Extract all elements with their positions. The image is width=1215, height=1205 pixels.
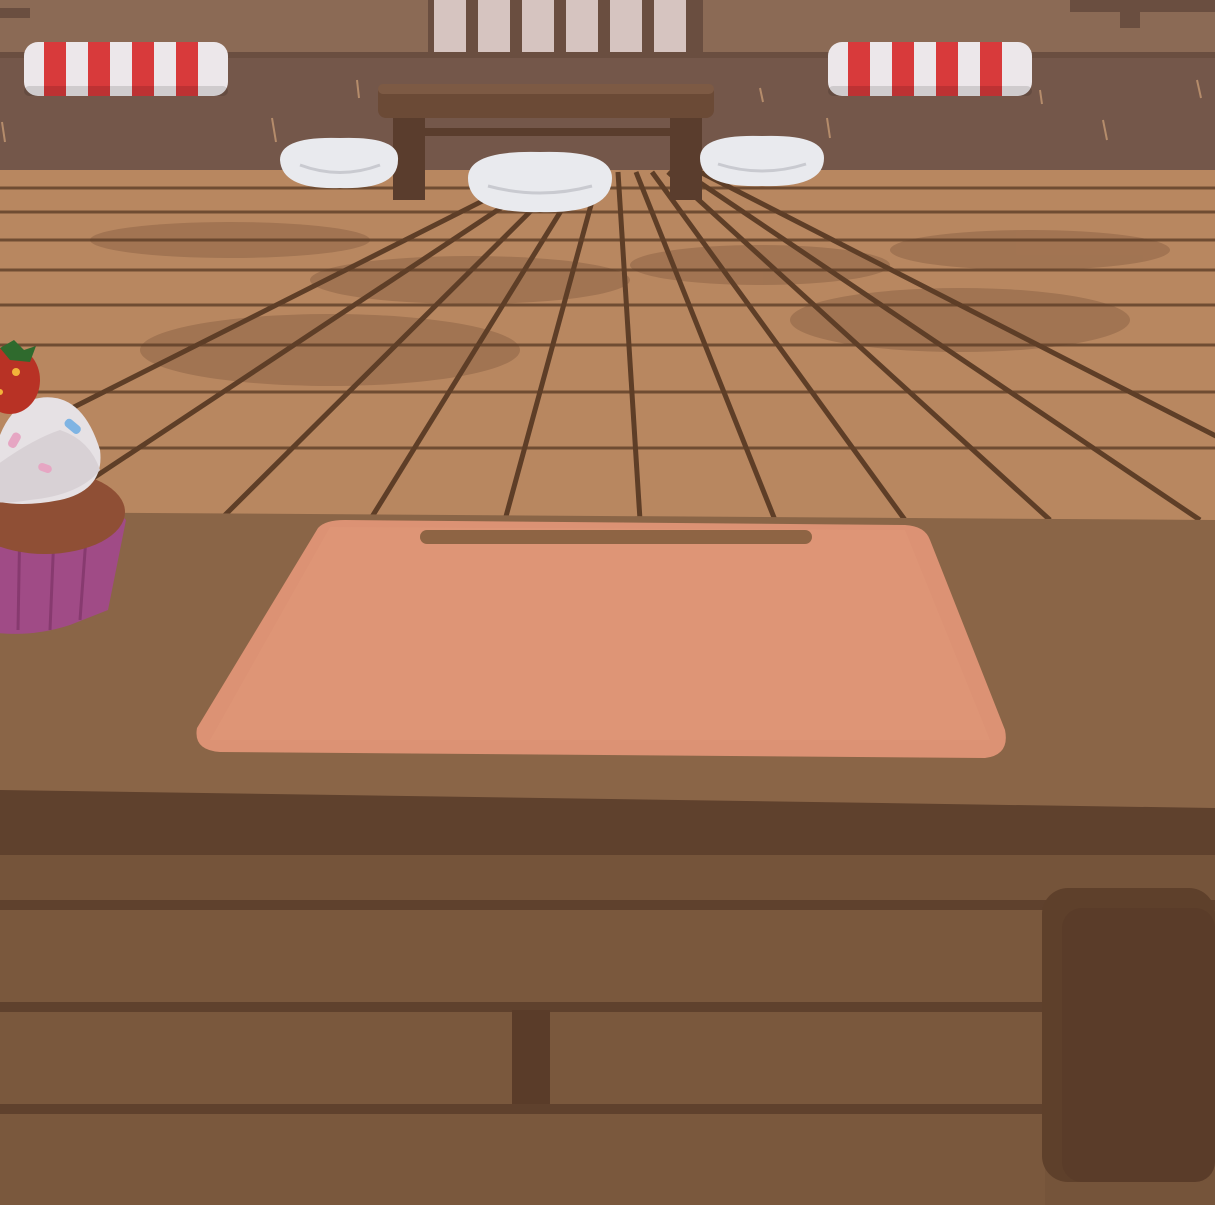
cushion-left	[280, 137, 399, 189]
wooden-floor	[0, 169, 1215, 523]
cushion-right	[700, 135, 824, 187]
counter-drawers	[0, 855, 1215, 1205]
awning-right	[828, 42, 1032, 96]
cushion-center	[468, 151, 612, 213]
window-blinds	[428, 0, 703, 56]
cutting-board-slot	[420, 530, 812, 544]
awning-left	[24, 42, 228, 96]
cutting-board[interactable]	[196, 520, 1006, 758]
game-viewport[interactable]	[0, 0, 1215, 1205]
